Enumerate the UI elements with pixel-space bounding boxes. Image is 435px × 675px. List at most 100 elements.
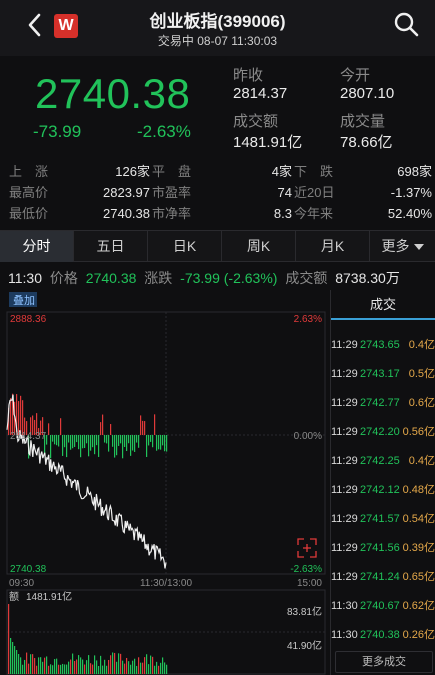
volume-bar [76, 659, 78, 674]
volume-bar [8, 604, 10, 674]
stat-value: 2740.38 [103, 206, 150, 221]
current-price: 2740.38 [35, 70, 191, 117]
turnover-label: 成交额 [233, 113, 279, 130]
volume-bar [88, 655, 90, 674]
price-volume-bar [162, 435, 164, 446]
volume-bar [62, 663, 64, 674]
price-volume-bar [80, 435, 82, 458]
quote-panel: 2740.38 -73.99 -2.63% 昨收 2814.37 今开 2807… [0, 56, 435, 156]
price-volume-bar [108, 435, 110, 452]
trade-amount: 0.6亿 [408, 397, 435, 409]
volume-label: 成交量 [340, 113, 386, 130]
tab-more[interactable]: 更多 [370, 231, 435, 262]
volume-bar [74, 660, 76, 674]
volume-bar [72, 653, 74, 674]
price-volume-bar [146, 435, 148, 457]
price-volume-bar [84, 435, 86, 449]
price-volume-bar [94, 435, 96, 455]
volume-bar [138, 657, 140, 674]
trade-row: 11:29 2742.77 0.6亿 [331, 392, 435, 414]
price-volume-bar [70, 435, 72, 450]
top-bar: W 创业板指(399006) 交易中 08-07 11:30:03 [0, 0, 435, 56]
volume-bar [80, 657, 82, 674]
search-icon[interactable] [393, 11, 419, 37]
volume-bar [150, 655, 152, 674]
volume-bar [52, 665, 54, 674]
tab-five-day[interactable]: 五日 [74, 231, 148, 262]
price-volume-bar [150, 435, 152, 442]
trade-row: 11:29 2743.17 0.5亿 [331, 363, 435, 385]
tab-weekly-k[interactable]: 周K [222, 231, 296, 262]
y-high-pct: 2.63% [294, 314, 322, 325]
price-change: -73.99 [33, 122, 82, 141]
price-volume-bar [74, 435, 76, 447]
volume-bar [26, 652, 28, 674]
volume-bar [134, 658, 136, 674]
trade-row: 11:29 2741.24 0.65亿 [331, 566, 435, 588]
volume-bar [154, 665, 156, 674]
price-volume-bar [136, 435, 138, 443]
price-volume-bar [56, 435, 58, 446]
volume-bar [12, 642, 14, 674]
price-volume-bar [164, 435, 166, 452]
price-volume-bar [112, 435, 114, 447]
info-amount-label: 成交额 [285, 270, 328, 286]
price-volume-bar [120, 435, 122, 444]
tab-monthly-k[interactable]: 月K [296, 231, 370, 262]
price-volume-bar [134, 435, 136, 452]
volume-bar [84, 664, 86, 674]
price-volume-bar [22, 400, 24, 435]
volume-bar [162, 657, 164, 674]
volume-bar [66, 664, 68, 674]
volume-label: 额 [9, 590, 19, 603]
volume-bars [8, 604, 168, 674]
trade-time: 11:29 [331, 397, 358, 409]
volume-bar [86, 660, 88, 674]
trade-ticker: 成交 11:29 2743.65 0.4亿 11:29 2743.17 0.5亿 11:29… [330, 290, 435, 675]
volume-bar [90, 663, 92, 674]
trade-ticker-title[interactable]: 成交 [331, 290, 435, 320]
tab-intraday[interactable]: 分时 [0, 231, 74, 262]
volume-bar [64, 664, 66, 674]
open-label: 今开 [340, 67, 371, 84]
info-price: 2740.38 [85, 270, 137, 286]
y-low-pct: -2.63% [290, 564, 322, 575]
stat-label: 下 跌 [294, 164, 334, 179]
volume-bar [102, 665, 104, 674]
trade-time: 11:29 [331, 571, 358, 583]
tab-daily-k[interactable]: 日K [148, 231, 222, 262]
volume-bar [50, 664, 52, 674]
trade-time: 11:29 [331, 542, 358, 554]
more-trades-button[interactable]: 更多成交 [335, 651, 433, 673]
price-volume-bar [46, 435, 48, 445]
stat-value: 8.3 [273, 206, 292, 221]
stat-label: 最低价 [9, 206, 49, 221]
y-low-label: 2740.38 [10, 564, 47, 575]
trade-price: 2740.67 [360, 600, 400, 612]
volume-mid-label: 41.90亿 [287, 639, 322, 652]
stat-label: 近20日 [294, 185, 335, 200]
trading-status: 交易中 08-07 11:30:03 [157, 34, 278, 48]
price-volume-bar [132, 435, 134, 451]
volume-bar [118, 653, 120, 674]
stat-value: 698家 [397, 164, 432, 179]
price-volume-bar [86, 435, 88, 444]
volume-bar [120, 653, 122, 674]
volume-bar [36, 665, 38, 674]
price-volume-bar [158, 435, 160, 450]
intraday-chart[interactable]: 叠加 2888.36 2.63% 2814.37 0.00% 2740.38 -… [0, 290, 328, 675]
price-volume-bar [92, 435, 94, 448]
stat-value: 74 [277, 185, 292, 200]
crosshair-icon[interactable] [297, 538, 317, 558]
volume-bar [42, 661, 44, 674]
volume-bar [40, 657, 42, 674]
volume-bar [146, 654, 148, 674]
volume-bar [56, 658, 58, 674]
trade-price: 2743.17 [360, 368, 400, 380]
price-volume-bar [144, 421, 146, 435]
stat-value: 2823.97 [103, 185, 150, 200]
trade-amount: 0.65亿 [402, 571, 435, 583]
trade-amount: 0.62亿 [402, 600, 435, 612]
price-volume-bar [82, 435, 84, 449]
volume-bar [158, 665, 160, 674]
